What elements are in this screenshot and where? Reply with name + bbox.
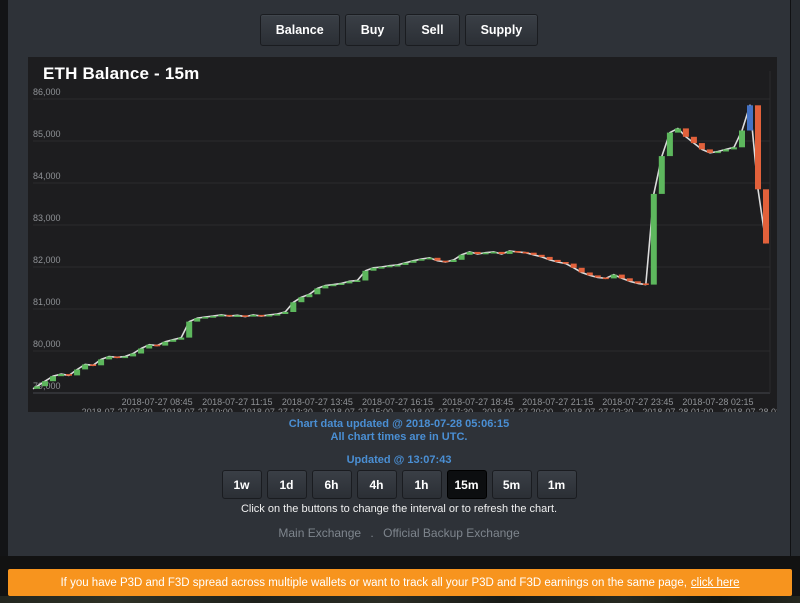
svg-text:81,000: 81,000 <box>33 297 61 307</box>
interval-button-1h[interactable]: 1h <box>402 470 442 499</box>
top-toolbar: BalanceBuySellSupply <box>8 14 790 46</box>
interval-button-1m[interactable]: 1m <box>537 470 577 499</box>
promo-banner: If you have P3D and F3D spread across mu… <box>8 569 792 596</box>
page-background: BalanceBuySellSupply 79,00080,00081,0008… <box>8 0 790 556</box>
background-photo-strip <box>0 596 800 603</box>
exchange-separator: . <box>370 526 373 540</box>
interval-button-15m[interactable]: 15m <box>447 470 487 499</box>
svg-text:2018-07-27 18:45: 2018-07-27 18:45 <box>442 397 513 407</box>
balance-button[interactable]: Balance <box>260 14 340 46</box>
eth-balance-chart: 79,00080,00081,00082,00083,00084,00085,0… <box>28 57 777 412</box>
chart-panel: 79,00080,00081,00082,00083,00084,00085,0… <box>28 57 777 412</box>
sell-button[interactable]: Sell <box>405 14 459 46</box>
interval-button-5m[interactable]: 5m <box>492 470 532 499</box>
supply-button[interactable]: Supply <box>465 14 539 46</box>
interval-hint-text: Click on the buttons to change the inter… <box>8 503 790 515</box>
svg-text:2018-07-27 15:00: 2018-07-27 15:00 <box>322 407 393 412</box>
interval-button-4h[interactable]: 4h <box>357 470 397 499</box>
backup-exchange-link[interactable]: Official Backup Exchange <box>383 526 520 540</box>
svg-text:2018-07-27 08:45: 2018-07-27 08:45 <box>122 397 193 407</box>
svg-text:2018-07-27 07:30: 2018-07-27 07:30 <box>82 407 153 412</box>
svg-text:2018-07-27 13:45: 2018-07-27 13:45 <box>282 397 353 407</box>
click-here-link[interactable]: click here <box>691 577 740 589</box>
svg-text:2018-07-27 11:15: 2018-07-27 11:15 <box>202 397 272 407</box>
svg-text:2018-07-27 21:15: 2018-07-27 21:15 <box>522 397 593 407</box>
chart-updated-text: Chart data updated @ 2018-07-28 05:06:15 <box>8 418 790 430</box>
svg-text:2018-07-28 01:00: 2018-07-28 01:00 <box>642 407 713 412</box>
interval-button-row: 1w1d6h4h1h15m5m1m <box>8 470 790 499</box>
updated-time-text: Updated @ 13:07:43 <box>8 454 790 466</box>
svg-text:84,000: 84,000 <box>33 171 61 181</box>
interval-button-1d[interactable]: 1d <box>267 470 307 499</box>
svg-text:86,000: 86,000 <box>33 87 61 97</box>
chart-title: ETH Balance - 15m <box>43 64 199 84</box>
svg-text:2018-07-27 17:30: 2018-07-27 17:30 <box>402 407 473 412</box>
main-exchange-link[interactable]: Main Exchange <box>278 526 361 540</box>
svg-text:2018-07-27 10:00: 2018-07-27 10:00 <box>162 407 233 412</box>
svg-text:2018-07-27 12:30: 2018-07-27 12:30 <box>242 407 313 412</box>
svg-text:2018-07-28 02:15: 2018-07-28 02:15 <box>682 397 753 407</box>
buy-button[interactable]: Buy <box>345 14 401 46</box>
svg-text:2018-07-27 20:00: 2018-07-27 20:00 <box>482 407 553 412</box>
exchange-links: Main Exchange . Official Backup Exchange <box>8 526 790 540</box>
svg-text:2018-07-27 22:30: 2018-07-27 22:30 <box>562 407 633 412</box>
utc-note-text: All chart times are in UTC. <box>8 431 790 443</box>
svg-text:80,000: 80,000 <box>33 339 61 349</box>
interval-button-1w[interactable]: 1w <box>222 470 262 499</box>
svg-text:2018-07-27 16:15: 2018-07-27 16:15 <box>362 397 433 407</box>
svg-text:82,000: 82,000 <box>33 255 61 265</box>
footer-band: If you have P3D and F3D spread across mu… <box>0 556 800 603</box>
svg-text:2018-07-27 23:45: 2018-07-27 23:45 <box>602 397 673 407</box>
promo-banner-text: If you have P3D and F3D spread across mu… <box>60 577 686 589</box>
svg-text:2018-07-28 03:30: 2018-07-28 03:30 <box>722 407 777 412</box>
right-page-edge <box>790 0 800 556</box>
interval-button-6h[interactable]: 6h <box>312 470 352 499</box>
svg-text:85,000: 85,000 <box>33 129 61 139</box>
svg-text:83,000: 83,000 <box>33 213 61 223</box>
